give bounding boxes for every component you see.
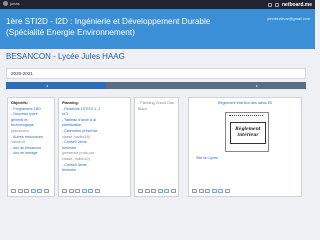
tab-active[interactable] — [6, 82, 106, 89]
prev-arrow-icon[interactable]: ◂ — [46, 83, 48, 88]
copy-icon[interactable] — [144, 189, 150, 193]
notebook-label: Règlement intérieur — [230, 122, 266, 144]
delete-icon[interactable] — [170, 189, 176, 193]
move-icon[interactable] — [151, 189, 156, 193]
year-bar: 2020-2021 — [6, 68, 306, 79]
notebook-line2: intérieur — [237, 132, 259, 137]
move-icon[interactable] — [75, 189, 80, 193]
card-planning-grand-oral: - Planning Grand Oral Blanc — [134, 97, 179, 197]
card-line[interactable]: Blanc — [138, 107, 175, 113]
arrow-up-icon[interactable] — [211, 189, 217, 193]
notebook-rings — [229, 115, 263, 118]
year-label: 2020-2021 — [11, 71, 33, 76]
board-header: 1ère STI2D - I2D : Ingénierie et Dévelop… — [0, 9, 315, 49]
card-planning: Planning: - Relations 1STI2D 1, 2 et 3 -… — [58, 97, 131, 197]
card-toolbar — [192, 189, 230, 193]
copy-icon[interactable] — [17, 189, 23, 193]
arrow-up-icon[interactable] — [157, 189, 163, 193]
reglement-notebook-image[interactable]: Règlement intérieur — [225, 112, 269, 152]
avatar — [3, 1, 8, 6]
next-arrow-icon[interactable]: ▸ — [256, 83, 258, 88]
arrow-down-icon[interactable] — [218, 189, 223, 193]
arrow-down-icon[interactable] — [37, 189, 42, 193]
move-icon[interactable] — [24, 189, 29, 193]
site-link[interactable]: Site du Lycée — [196, 156, 218, 162]
board-title: 1ère STI2D - I2D : Ingénierie et Dévelop… — [6, 17, 211, 37]
move-icon[interactable] — [205, 189, 210, 193]
card-line[interactable]: - doc en lemage — [11, 151, 51, 157]
arrow-up-icon[interactable] — [81, 189, 87, 193]
user-menu[interactable]: jonas — [3, 1, 20, 6]
user-name: jonas — [10, 1, 20, 6]
delete-icon[interactable] — [43, 189, 49, 193]
arrow-up-icon[interactable] — [30, 189, 36, 193]
arrow-down-icon[interactable] — [88, 189, 93, 193]
edit-icon[interactable] — [62, 189, 67, 193]
card-line[interactable]: trimestre — [62, 168, 127, 174]
arrow-down-icon[interactable] — [164, 189, 169, 193]
edit-icon[interactable] — [11, 189, 16, 193]
card-line[interactable]: - Planning Grand Oral — [138, 101, 175, 107]
card-toolbar — [11, 189, 49, 193]
bell-icon[interactable] — [267, 2, 272, 7]
top-bar: jonas netboard.me — [0, 0, 315, 9]
delete-icon[interactable] — [224, 189, 230, 193]
delete-icon[interactable] — [94, 189, 100, 193]
settings-icon[interactable] — [274, 2, 279, 7]
card-toolbar — [62, 189, 100, 193]
card-reglement: Règlement intérieur des labos EII Règlem… — [188, 97, 302, 197]
owner-email[interactable]: jdnnesclevar@gmail.com — [268, 17, 310, 21]
school-title: BESANCON - Lycée Jules HAAG — [6, 52, 125, 61]
brand-logo[interactable]: netboard.me — [282, 2, 312, 8]
card-objectifs: Objectifs: - Programme 1BO - Nouveau lyc… — [7, 97, 55, 197]
edit-icon[interactable] — [138, 189, 143, 193]
card-heading[interactable]: Règlement intérieur des labos EII — [192, 101, 298, 107]
copy-icon[interactable] — [198, 189, 204, 193]
tab-bar[interactable]: ◂ ▸ — [6, 82, 306, 89]
copy-icon[interactable] — [68, 189, 74, 193]
card-toolbar — [138, 189, 176, 193]
edit-icon[interactable] — [192, 189, 197, 193]
